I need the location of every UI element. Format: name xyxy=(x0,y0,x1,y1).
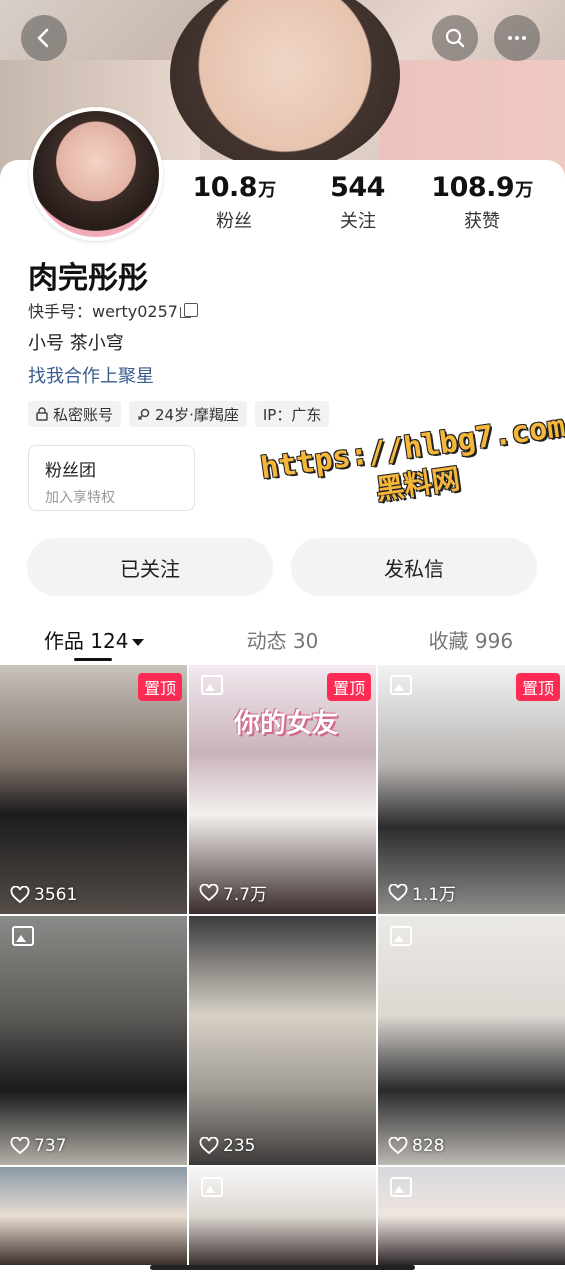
pinned-badge: 置顶 xyxy=(137,673,182,701)
back-icon xyxy=(37,28,49,48)
works-grid: 置顶 3561 你的女友 置顶 7.7万 置顶 1.1万 737 235 828 xyxy=(0,665,565,1265)
heart-icon xyxy=(10,886,30,904)
heart-icon xyxy=(388,1137,408,1155)
tab-works[interactable]: 作品 124 xyxy=(0,613,188,663)
image-post-icon xyxy=(390,926,412,946)
image-post-icon xyxy=(201,1177,223,1197)
content-tabs: 作品 124 动态 30 收藏 996 xyxy=(0,613,565,663)
image-post-icon xyxy=(390,675,412,695)
video-tile[interactable]: 你的女友 置顶 7.7万 xyxy=(189,665,376,914)
image-post-icon xyxy=(12,926,34,946)
back-button[interactable] xyxy=(21,15,67,61)
like-count: 7.7万 xyxy=(199,880,267,905)
heart-icon xyxy=(10,1137,30,1155)
image-post-icon xyxy=(390,1177,412,1197)
search-icon xyxy=(445,28,465,48)
heart-icon xyxy=(199,1137,219,1155)
caret-down-icon xyxy=(132,639,145,646)
like-count: 737 xyxy=(10,1136,66,1156)
bio-link[interactable]: 找我合作上聚星 xyxy=(28,362,154,388)
tag-ip: IP：广东 xyxy=(254,401,330,427)
tab-moments[interactable]: 动态 30 xyxy=(188,613,376,663)
image-post-icon xyxy=(201,675,223,695)
tile-caption: 你的女友 xyxy=(234,709,339,739)
pinned-badge: 置顶 xyxy=(326,673,371,701)
fans-club-card[interactable]: 粉丝团 加入享特权 xyxy=(28,445,195,511)
followed-button[interactable]: 已关注 xyxy=(27,538,273,596)
tab-favorites[interactable]: 收藏 996 xyxy=(377,613,565,663)
like-count: 3561 xyxy=(10,885,77,905)
video-tile[interactable]: 置顶 3561 xyxy=(0,665,187,914)
kuaishou-id[interactable]: 快手号：werty0257 xyxy=(28,298,198,322)
tag-age: 24岁·摩羯座 xyxy=(129,401,247,427)
like-count: 1.1万 xyxy=(388,880,456,905)
video-tile[interactable] xyxy=(378,1167,565,1265)
profile-name: 肉完彤彤 xyxy=(28,261,148,296)
more-icon xyxy=(508,36,526,40)
video-tile[interactable]: 828 xyxy=(378,916,565,1165)
heart-icon xyxy=(388,883,408,901)
stat-likes[interactable]: 108.9万 获赞 xyxy=(422,172,542,233)
like-count: 235 xyxy=(199,1136,255,1156)
video-tile[interactable]: 置顶 1.1万 xyxy=(378,665,565,914)
profile-tags: 私密账号 24岁·摩羯座 IP：广东 xyxy=(28,401,330,427)
pinned-badge: 置顶 xyxy=(515,673,560,701)
bio-line: 小号 茶小穹 xyxy=(28,333,124,354)
home-indicator[interactable] xyxy=(150,1265,415,1270)
video-tile[interactable] xyxy=(189,1167,376,1265)
copy-icon[interactable] xyxy=(179,303,198,318)
video-tile[interactable]: 737 xyxy=(0,916,187,1165)
video-tile[interactable] xyxy=(0,1167,187,1265)
more-button[interactable] xyxy=(494,15,540,61)
video-tile[interactable]: 235 xyxy=(189,916,376,1165)
heart-icon xyxy=(199,883,219,901)
action-buttons: 已关注 发私信 xyxy=(27,538,537,596)
tag-private: 私密账号 xyxy=(28,401,122,427)
search-button[interactable] xyxy=(432,15,478,61)
avatar[interactable] xyxy=(29,107,163,241)
stat-fans[interactable]: 10.8万 粉丝 xyxy=(174,172,294,233)
stat-following[interactable]: 544 关注 xyxy=(298,172,418,233)
gender-icon xyxy=(137,408,150,420)
message-button[interactable]: 发私信 xyxy=(291,538,537,596)
like-count: 828 xyxy=(388,1136,444,1156)
lock-icon xyxy=(36,407,48,421)
